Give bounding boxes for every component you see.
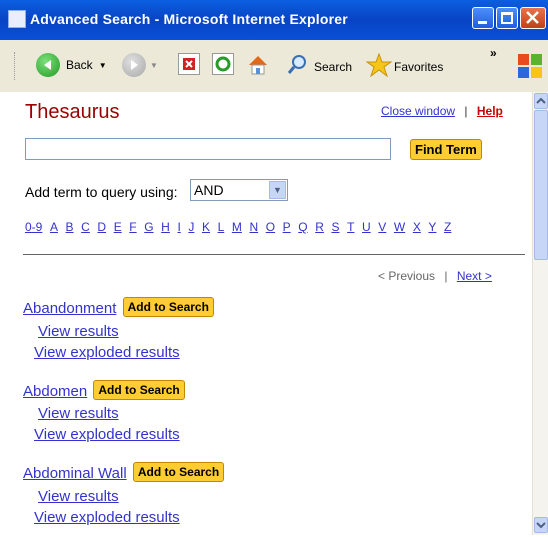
alphabet-link-n[interactable]: N bbox=[249, 220, 258, 234]
alphabet-link-o[interactable]: O bbox=[266, 220, 275, 234]
search-label: Search bbox=[314, 59, 353, 74]
forward-arrow-icon bbox=[122, 53, 146, 77]
alphabet-link-a[interactable]: A bbox=[50, 220, 58, 234]
alphabet-link-h[interactable]: H bbox=[161, 220, 170, 234]
favorites-button[interactable]: Favorites bbox=[365, 52, 444, 80]
next-link[interactable]: Next > bbox=[457, 269, 492, 283]
view-exploded-results-link[interactable]: View exploded results bbox=[34, 344, 180, 361]
previous-link: < Previous bbox=[378, 269, 436, 283]
view-exploded-results-link[interactable]: View exploded results bbox=[34, 426, 180, 443]
refresh-button[interactable] bbox=[212, 53, 234, 75]
help-link[interactable]: Help bbox=[477, 104, 503, 118]
find-term-button[interactable]: Find Term bbox=[410, 139, 482, 160]
back-label: Back bbox=[66, 58, 93, 72]
alphabet-link-m[interactable]: M bbox=[232, 220, 242, 234]
operator-select[interactable]: AND ▼ bbox=[190, 179, 288, 201]
close-icon bbox=[526, 11, 539, 24]
stop-icon bbox=[178, 53, 200, 75]
alphabet-link-s[interactable]: S bbox=[331, 220, 339, 234]
alphabet-link-g[interactable]: G bbox=[144, 220, 153, 234]
add-to-search-button[interactable]: Add to Search bbox=[132, 462, 225, 482]
term-link[interactable]: Abdominal Wall bbox=[23, 465, 127, 482]
term-entry: Abdomen Add to Search bbox=[23, 380, 185, 400]
alphabet-link-p[interactable]: P bbox=[283, 220, 291, 234]
alphabet-link-i[interactable]: I bbox=[177, 220, 180, 234]
window-titlebar: Advanced Search - Microsoft Internet Exp… bbox=[0, 0, 548, 40]
scrollbar-thumb[interactable] bbox=[534, 110, 548, 260]
alphabet-link-e[interactable]: E bbox=[114, 220, 122, 234]
stop-button[interactable] bbox=[178, 53, 200, 75]
alphabet-link-r[interactable]: R bbox=[315, 220, 324, 234]
alphabet-link-j[interactable]: J bbox=[188, 220, 194, 234]
back-dropdown-icon[interactable]: ▼ bbox=[99, 61, 107, 70]
term-link[interactable]: Abdomen bbox=[23, 383, 87, 400]
page-title: Thesaurus bbox=[25, 101, 120, 123]
page-content: Thesaurus Close window | Help Find Term … bbox=[0, 92, 532, 535]
alphabet-link-y[interactable]: Y bbox=[428, 220, 436, 234]
header-links: Close window | Help bbox=[381, 104, 503, 118]
divider bbox=[23, 254, 525, 255]
term-link[interactable]: Abandonment bbox=[23, 300, 116, 317]
forward-dropdown-icon[interactable]: ▼ bbox=[150, 61, 158, 70]
search-icon bbox=[286, 53, 310, 80]
back-button[interactable]: Back ▼ bbox=[36, 53, 107, 77]
scroll-up-button[interactable] bbox=[534, 93, 548, 109]
close-window-link[interactable]: Close window bbox=[381, 104, 455, 118]
alphabet-link-v[interactable]: V bbox=[378, 220, 386, 234]
window-title: Advanced Search - Microsoft Internet Exp… bbox=[30, 11, 348, 27]
operator-selected-value: AND bbox=[194, 182, 224, 198]
windows-logo-icon bbox=[512, 48, 546, 86]
alphabet-link-q[interactable]: Q bbox=[298, 220, 307, 234]
refresh-icon bbox=[212, 53, 234, 75]
home-button[interactable] bbox=[246, 53, 270, 80]
toolbar-overflow-chevron[interactable]: » bbox=[490, 46, 497, 60]
view-results-link[interactable]: View results bbox=[38, 323, 119, 340]
pagination-separator: | bbox=[444, 269, 448, 283]
forward-button[interactable]: ▼ bbox=[122, 53, 158, 77]
alphabet-link-d[interactable]: D bbox=[97, 220, 106, 234]
alphabet-link-z[interactable]: Z bbox=[444, 220, 451, 234]
term-entry: Abdominal Wall Add to Search bbox=[23, 462, 225, 482]
browser-toolbar: Back ▼ ▼ Search Favorites » bbox=[0, 40, 548, 93]
alphabet-link-w[interactable]: W bbox=[394, 220, 405, 234]
search-button[interactable]: Search bbox=[286, 53, 352, 80]
add-to-search-button[interactable]: Add to Search bbox=[93, 380, 185, 400]
close-window-button[interactable] bbox=[520, 7, 546, 29]
vertical-scrollbar[interactable] bbox=[532, 92, 548, 535]
alphabet-link-0-9[interactable]: 0-9 bbox=[25, 220, 42, 234]
add-term-label: Add term to query using: bbox=[25, 184, 178, 200]
term-entry: Abandonment Add to Search bbox=[23, 297, 214, 317]
alphabet-link-c[interactable]: C bbox=[81, 220, 90, 234]
minimize-button[interactable] bbox=[472, 7, 494, 29]
maximize-button[interactable] bbox=[496, 7, 518, 29]
add-to-search-button[interactable]: Add to Search bbox=[122, 297, 214, 317]
alphabet-nav: 0-9 A B C D E F G H I J K L M N O P Q R S T U V W X Y Z bbox=[25, 220, 459, 234]
alphabet-link-b[interactable]: B bbox=[66, 220, 74, 234]
link-separator: | bbox=[464, 104, 468, 118]
alphabet-link-x[interactable]: X bbox=[413, 220, 421, 234]
view-results-link[interactable]: View results bbox=[38, 488, 119, 505]
ie-page-icon bbox=[8, 10, 26, 28]
toolbar-grip bbox=[14, 52, 19, 80]
favorites-label: Favorites bbox=[394, 59, 444, 74]
view-exploded-results-link[interactable]: View exploded results bbox=[34, 509, 180, 526]
alphabet-link-u[interactable]: U bbox=[362, 220, 371, 234]
chevron-down-icon[interactable]: ▼ bbox=[269, 181, 286, 199]
home-icon bbox=[246, 53, 270, 80]
scroll-down-button[interactable] bbox=[534, 517, 548, 533]
favorites-star-icon bbox=[365, 52, 393, 80]
alphabet-link-t[interactable]: T bbox=[347, 220, 354, 234]
term-search-input[interactable] bbox=[25, 138, 391, 160]
alphabet-link-l[interactable]: L bbox=[218, 220, 225, 234]
alphabet-link-f[interactable]: F bbox=[129, 220, 136, 234]
back-arrow-icon bbox=[36, 53, 60, 77]
pagination: < Previous | Next > bbox=[378, 269, 492, 283]
view-results-link[interactable]: View results bbox=[38, 405, 119, 422]
alphabet-link-k[interactable]: K bbox=[202, 220, 210, 234]
